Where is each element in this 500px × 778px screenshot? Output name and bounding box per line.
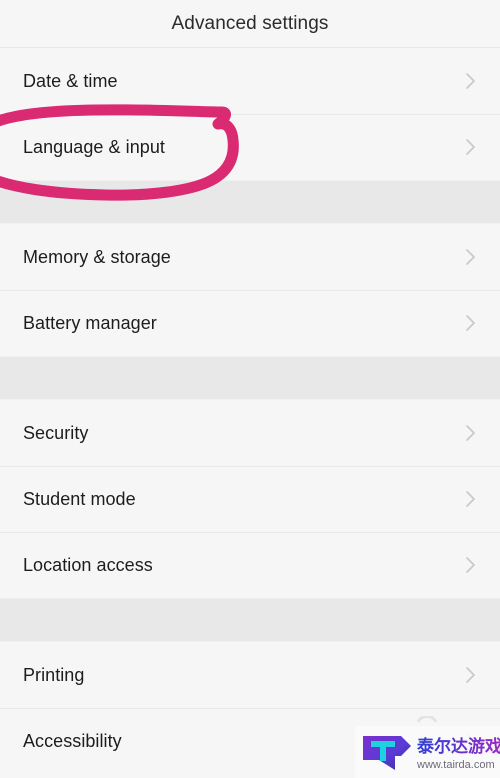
row-label: Memory & storage — [23, 247, 171, 267]
settings-row-accessibility[interactable]: Accessibility — [0, 708, 500, 774]
settings-row-battery-manager[interactable]: Battery manager — [0, 290, 500, 356]
chevron-right-icon — [464, 70, 478, 92]
row-label: Accessibility — [23, 731, 122, 751]
page-title: Advanced settings — [171, 12, 329, 34]
settings-group-1: Date & time Language & input — [0, 48, 500, 180]
settings-row-date-time[interactable]: Date & time — [0, 48, 500, 114]
settings-row-security[interactable]: Security — [0, 400, 500, 466]
chevron-right-icon — [464, 312, 478, 334]
row-label: Security — [23, 423, 89, 443]
row-label: Printing — [23, 665, 85, 685]
settings-group-2: Memory & storage Battery manager — [0, 224, 500, 356]
settings-row-language-input[interactable]: Language & input — [0, 114, 500, 180]
settings-row-location-access[interactable]: Location access — [0, 532, 500, 598]
chevron-right-icon — [464, 488, 478, 510]
row-label: Language & input — [23, 137, 165, 157]
settings-screen: Advanced settings Date & time Language &… — [0, 0, 500, 778]
chevron-right-icon — [464, 664, 478, 686]
settings-group-4: Printing Accessibility — [0, 642, 500, 774]
settings-row-student-mode[interactable]: Student mode — [0, 466, 500, 532]
chevron-right-icon — [464, 554, 478, 576]
screen-header: Advanced settings — [0, 0, 500, 48]
row-label: Date & time — [23, 71, 118, 91]
settings-group-3: Security Student mode Location access — [0, 400, 500, 598]
group-separator — [0, 356, 500, 400]
group-separator — [0, 180, 500, 224]
chevron-right-icon — [464, 136, 478, 158]
settings-row-memory-storage[interactable]: Memory & storage — [0, 224, 500, 290]
chevron-right-icon — [464, 422, 478, 444]
settings-row-printing[interactable]: Printing — [0, 642, 500, 708]
row-label: Location access — [23, 555, 153, 575]
settings-list: Date & time Language & input Memory & st… — [0, 48, 500, 774]
row-label: Student mode — [23, 489, 136, 509]
chevron-right-icon — [464, 246, 478, 268]
group-separator — [0, 598, 500, 642]
row-label: Battery manager — [23, 313, 157, 333]
chevron-right-icon — [464, 730, 478, 752]
